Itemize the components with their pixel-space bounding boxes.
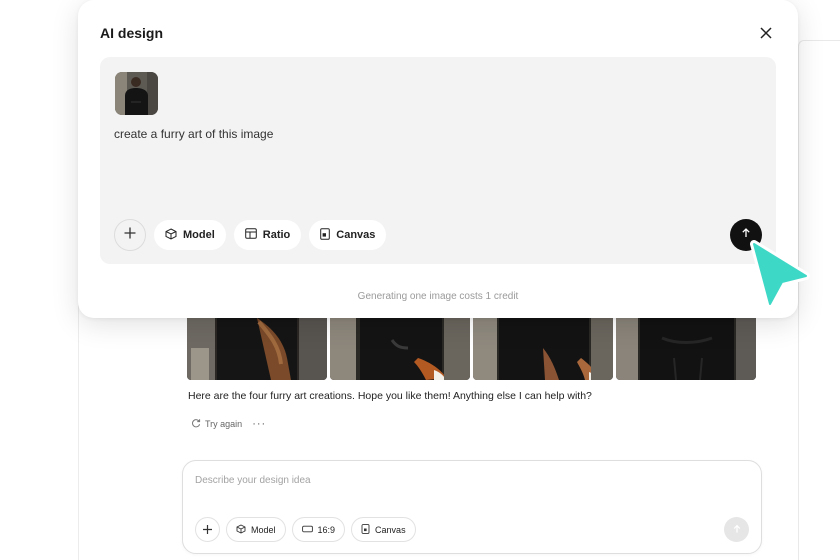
close-button[interactable]	[758, 25, 774, 41]
ratio-button-label: Ratio	[262, 229, 291, 241]
try-again-label: Try again	[205, 419, 243, 429]
model-button[interactable]: Model	[154, 220, 226, 250]
cube-icon	[236, 523, 246, 536]
canvas-chip-label: Canvas	[375, 524, 406, 535]
more-options-button[interactable]: ···	[252, 418, 266, 430]
prompt-box: Model 16:9 Canvas	[182, 460, 762, 554]
cursor-pointer-icon	[742, 234, 812, 310]
plus-icon	[123, 226, 137, 245]
refresh-icon	[191, 418, 201, 430]
model-button-label: Model	[183, 229, 215, 241]
canvas-icon	[361, 523, 370, 536]
prompt-options: Model 16:9 Canvas	[195, 517, 416, 542]
canvas-button[interactable]: Canvas	[309, 220, 387, 250]
send-button-disabled[interactable]	[724, 517, 749, 542]
generated-image-2[interactable]	[330, 318, 470, 380]
canvas-icon	[320, 227, 331, 243]
ai-design-dialog: AI design create a furry art of this ima…	[78, 0, 798, 318]
generated-image-3[interactable]	[473, 318, 613, 380]
close-icon	[758, 27, 774, 45]
add-button[interactable]	[195, 517, 220, 542]
ratio-chip-label: 16:9	[317, 524, 336, 535]
design-idea-input[interactable]	[195, 475, 735, 486]
attached-image[interactable]	[115, 72, 158, 115]
generated-image-1[interactable]	[187, 318, 327, 380]
credit-note: Generating one image costs 1 credit	[357, 291, 519, 302]
ratio-chip[interactable]: 16:9	[291, 517, 346, 542]
model-chip[interactable]: Model	[226, 517, 286, 542]
try-again-button[interactable]: Try again	[191, 418, 242, 430]
add-attachment-button[interactable]	[114, 219, 146, 251]
generated-images	[187, 318, 756, 380]
reply-actions: Try again ···	[191, 418, 266, 430]
canvas-chip[interactable]: Canvas	[351, 517, 416, 542]
dialog-title: AI design	[100, 25, 164, 41]
arrow-up-icon	[732, 521, 742, 539]
ratio-icon	[244, 228, 257, 242]
compose-options: Model Ratio Canvas	[114, 219, 387, 251]
plus-icon	[202, 522, 213, 538]
assistant-reply: Here are the four furry art creations. H…	[188, 390, 592, 402]
compose-area: create a furry art of this image Model R…	[100, 57, 776, 264]
ratio-icon	[301, 525, 313, 535]
canvas-button-label: Canvas	[336, 229, 376, 241]
prompt-text[interactable]: create a furry art of this image	[114, 127, 273, 141]
cube-icon	[165, 227, 177, 243]
model-chip-label: Model	[251, 524, 276, 535]
ratio-button[interactable]: Ratio	[233, 220, 302, 250]
generated-image-4[interactable]	[616, 318, 756, 380]
